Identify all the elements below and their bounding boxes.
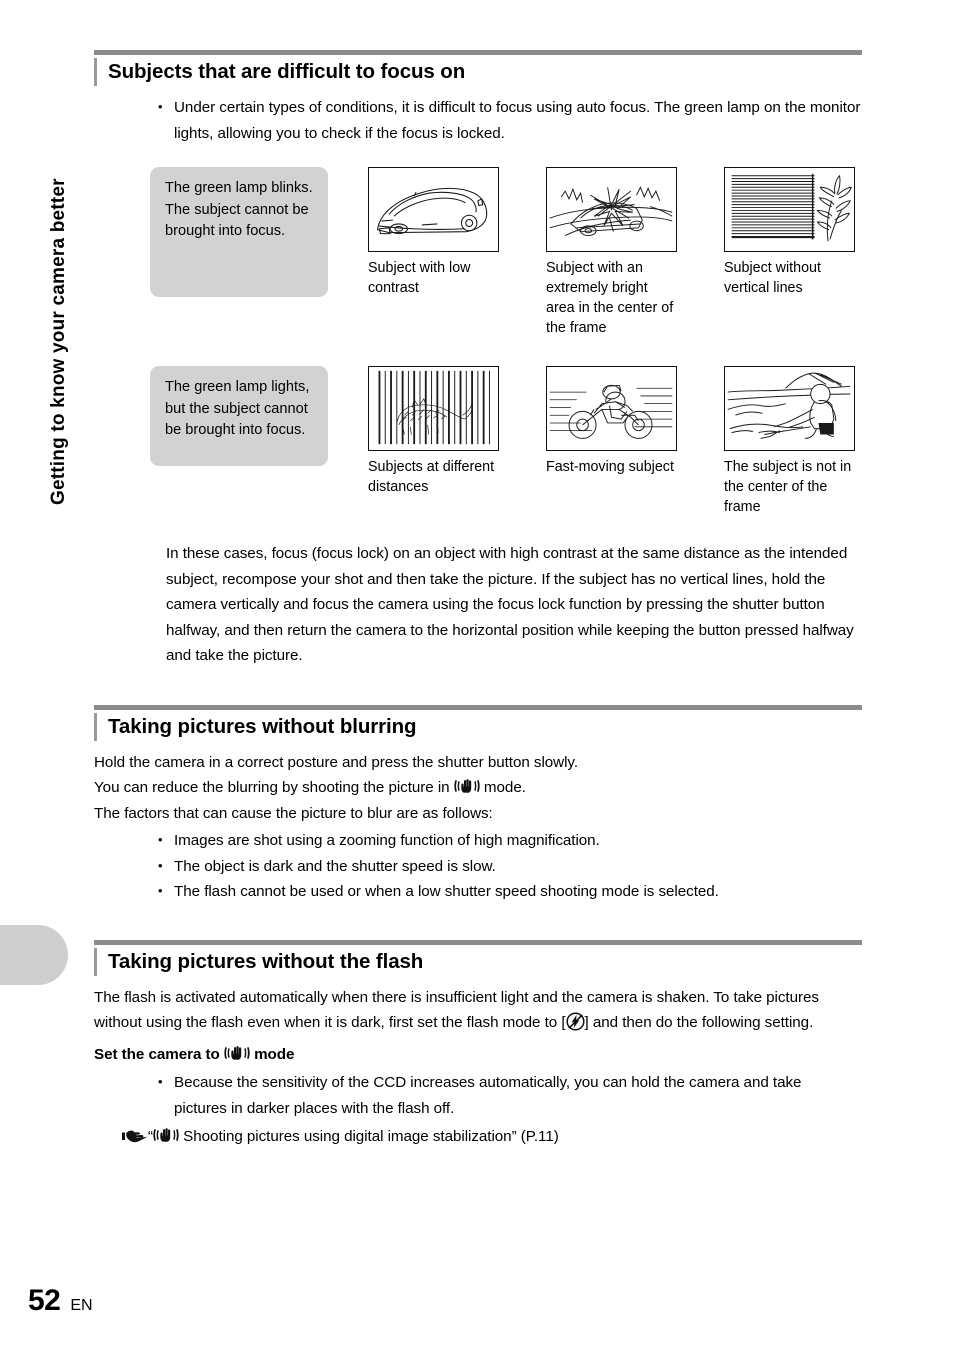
car-bright-glare-image [546, 167, 677, 252]
callout-green-lamp-blinks: The green lamp blinks. The subject canno… [150, 167, 328, 297]
table-row: The green lamp lights, but the subject c… [150, 366, 866, 517]
section-tick [94, 712, 97, 741]
callout-green-lamp-lights: The green lamp lights, but the subject c… [150, 366, 328, 466]
section-title: Taking pictures without blurring [108, 714, 417, 738]
cross-reference-text: Shooting pictures using digital image st… [179, 1128, 559, 1145]
section-tick [94, 947, 97, 976]
table-row: The green lamp blinks. The subject canno… [150, 167, 866, 338]
figure-caption: The subject is not in the center of the … [724, 459, 852, 515]
text-after-icon: mode [249, 1045, 295, 1063]
section-title: Taking pictures without the flash [108, 949, 424, 973]
car-low-contrast-image [368, 167, 499, 252]
text-after-icon: mode. [479, 779, 526, 796]
chapter-tab-marker [0, 925, 68, 985]
page-footer: 52 EN [28, 1284, 93, 1318]
blurring-line-2: The factors that can cause the picture t… [94, 804, 493, 822]
image-stabilization-icon [454, 777, 480, 795]
list-item: Under certain types of conditions, it is… [152, 94, 862, 146]
focus-difficulty-table: The green lamp blinks. The subject canno… [150, 167, 866, 517]
text-after-icon: ] and then do the following setting. [584, 1014, 814, 1031]
flash-off-icon [565, 1012, 585, 1031]
section-taking-pictures-without-flash: Taking pictures without the flash The fl… [94, 939, 866, 1150]
figure-caption: Subject with an extremely bright area in… [546, 260, 674, 336]
person-off-center-image [724, 366, 855, 451]
figure-caption: Subjects at different distances [368, 459, 495, 495]
motorcycle-fast-moving-image [546, 366, 677, 451]
figure-cell: Subject with an extremely bright area in… [546, 167, 724, 338]
figure-cell: Subjects at different distances [368, 366, 546, 497]
text-before-icon: Set the camera to [94, 1045, 224, 1063]
intro-bullet-list: Under certain types of conditions, it is… [152, 94, 862, 146]
page-number: 52 [28, 1284, 61, 1317]
blinds-no-vertical-lines-image [724, 167, 855, 252]
image-stabilization-icon [153, 1126, 179, 1144]
figure-cell: The subject is not in the center of the … [724, 366, 902, 517]
section-subjects-difficult-to-focus: Subjects that are difficult to focus on … [94, 50, 866, 669]
figure-cell: Subject with low contrast [368, 167, 546, 298]
flash-bullet-list: Because the sensitivity of the CCD incre… [152, 1069, 842, 1121]
list-item: Images are shot using a zooming function… [152, 827, 864, 854]
tiger-behind-bars-image [368, 366, 499, 451]
blurring-bullet-list: Images are shot using a zooming function… [152, 827, 864, 905]
section-tick [94, 58, 97, 86]
page-content: Subjects that are difficult to focus on … [94, 0, 866, 1150]
closing-paragraph: In these cases, focus (focus lock) on an… [166, 545, 854, 664]
list-item: Because the sensitivity of the CCD incre… [152, 1069, 842, 1121]
figure-cell: Fast-moving subject [546, 366, 724, 477]
text-before-icon: You can reduce the blurring by shooting … [94, 779, 454, 796]
section-taking-pictures-without-blurring: Taking pictures without blurring Hold th… [94, 704, 866, 905]
cross-reference: “ Shooting pictures using digital image … [122, 1124, 866, 1150]
flash-subheading: Set the camera to mode [94, 1042, 866, 1068]
figure-caption: Subject with low contrast [368, 260, 471, 296]
blurring-line-1: Hold the camera in a correct posture and… [94, 753, 579, 771]
page-language: EN [70, 1297, 93, 1314]
image-stabilization-icon [224, 1044, 250, 1062]
callout-text: The green lamp blinks. The subject canno… [165, 180, 313, 239]
figure-caption: Fast-moving subject [546, 459, 674, 475]
chapter-vertical-title: Getting to know your camera better [48, 178, 69, 505]
blurring-line-with-icon: You can reduce the blurring by shooting … [94, 775, 866, 801]
list-item: The flash cannot be used or when a low s… [152, 878, 864, 905]
list-item: The object is dark and the shutter speed… [152, 853, 864, 880]
figure-cell: Subject without vertical lines [724, 167, 902, 298]
section-title: Subjects that are difficult to focus on [108, 60, 466, 83]
flash-paragraph: The flash is activated automatically whe… [94, 985, 866, 1036]
pointing-hand-icon [122, 1127, 148, 1145]
figure-caption: Subject without vertical lines [724, 260, 821, 296]
callout-text: The green lamp lights, but the subject c… [165, 379, 310, 438]
